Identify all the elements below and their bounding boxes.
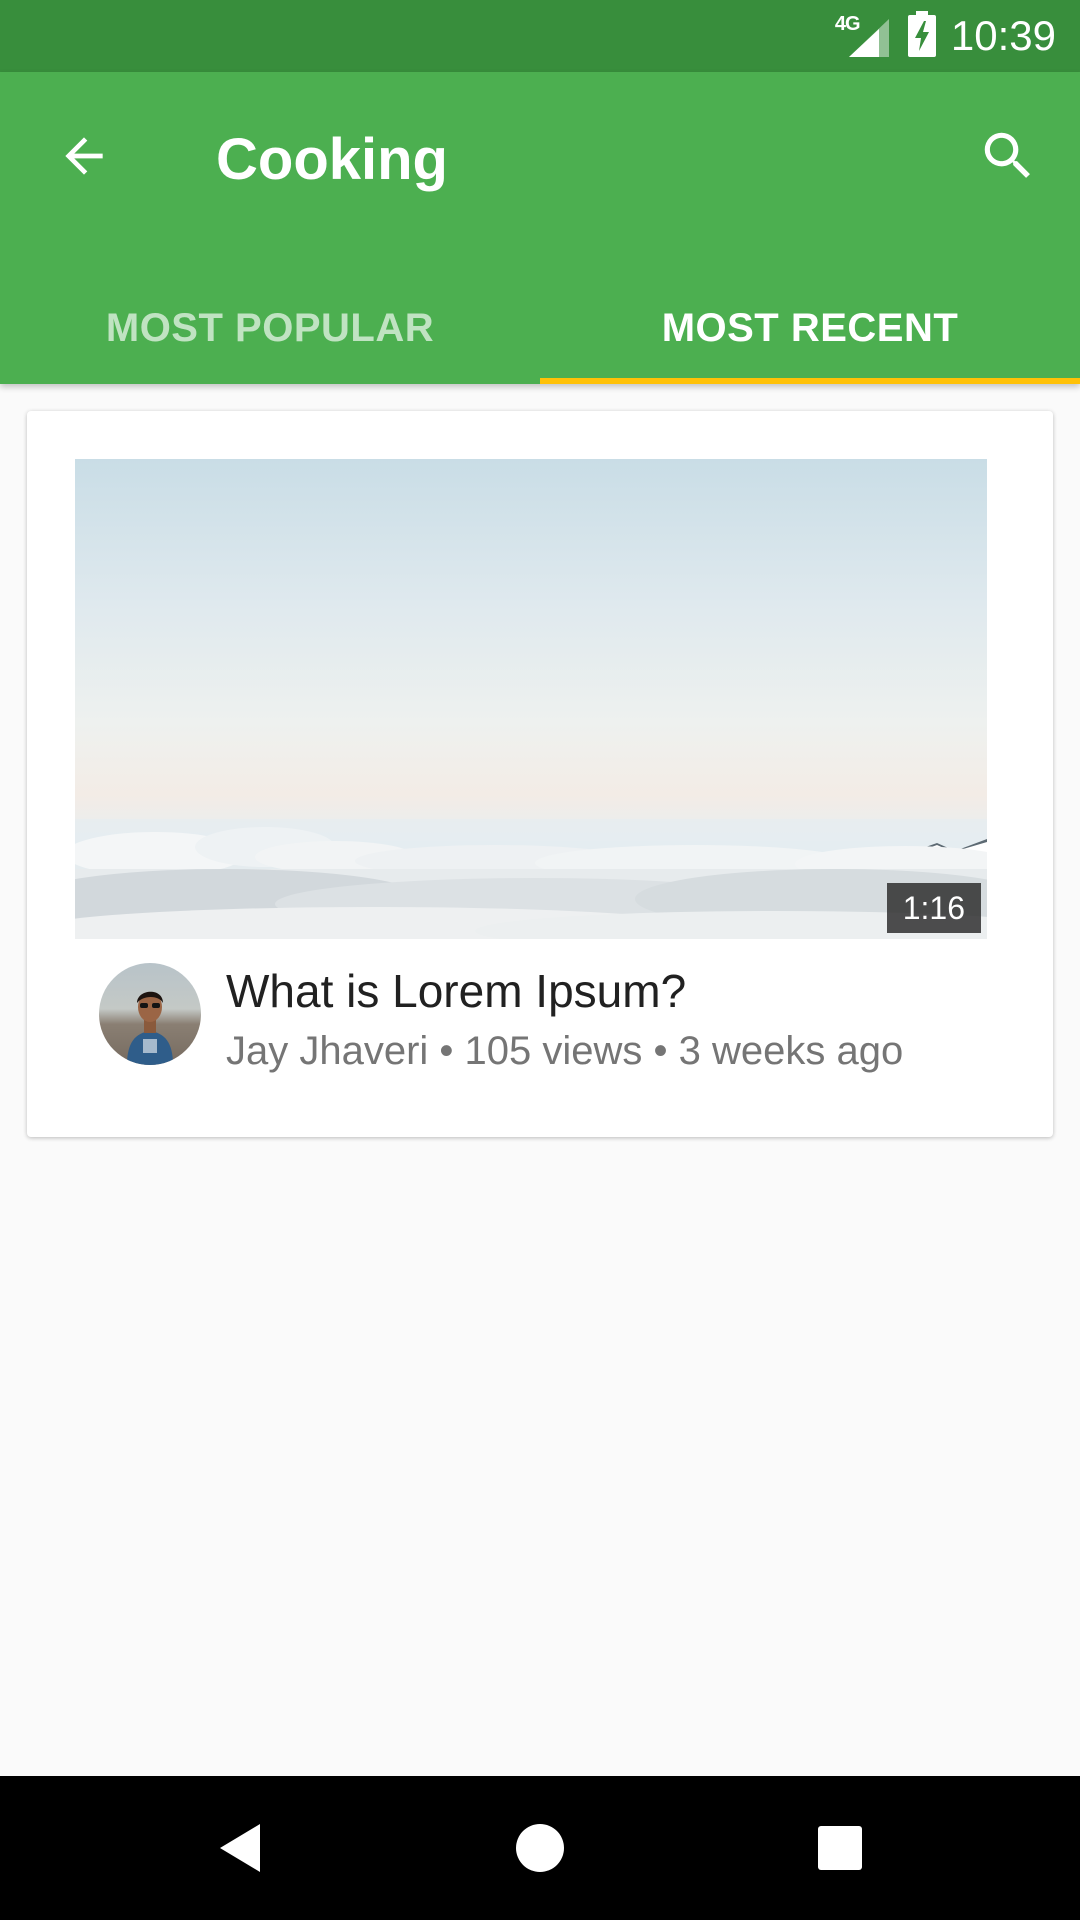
video-meta: Jay Jhaveri • 105 views • 3 weeks ago (226, 1029, 904, 1073)
tab-most-recent[interactable]: MOST RECENT (540, 272, 1080, 384)
nav-recents-icon (818, 1826, 862, 1870)
nav-home-icon (516, 1824, 564, 1872)
app-bar: Cooking MOST POPULAR MOST RECENT (0, 72, 1080, 384)
nav-home-button[interactable] (500, 1808, 580, 1888)
tab-bar: MOST POPULAR MOST RECENT (0, 272, 1080, 384)
search-button[interactable] (974, 122, 1042, 190)
clock: 10:39 (950, 12, 1056, 59)
status-bar: 4G 10:39 (0, 0, 1080, 72)
video-thumbnail[interactable]: 1:16 (75, 459, 987, 939)
video-card[interactable]: 1:16 What is Lorem Ipsum? Jay Jhaveri • … (27, 411, 1053, 1137)
back-button[interactable] (50, 122, 118, 190)
nav-back-icon (220, 1824, 260, 1872)
duration-badge: 1:16 (886, 883, 981, 933)
arrow-back-icon (65, 137, 103, 175)
video-title[interactable]: What is Lorem Ipsum? (226, 963, 686, 1019)
nav-recents-button[interactable] (800, 1808, 880, 1888)
avatar[interactable] (99, 963, 201, 1065)
tab-most-popular[interactable]: MOST POPULAR (0, 272, 540, 384)
page-title: Cooking (216, 127, 448, 192)
navigation-bar (0, 1776, 1080, 1920)
status-icons: 4G 10:39 (835, 0, 1056, 72)
nav-back-button[interactable] (200, 1808, 280, 1888)
battery-icon (907, 10, 937, 62)
search-icon (984, 132, 1030, 178)
signal-icon: 4G (835, 13, 893, 59)
